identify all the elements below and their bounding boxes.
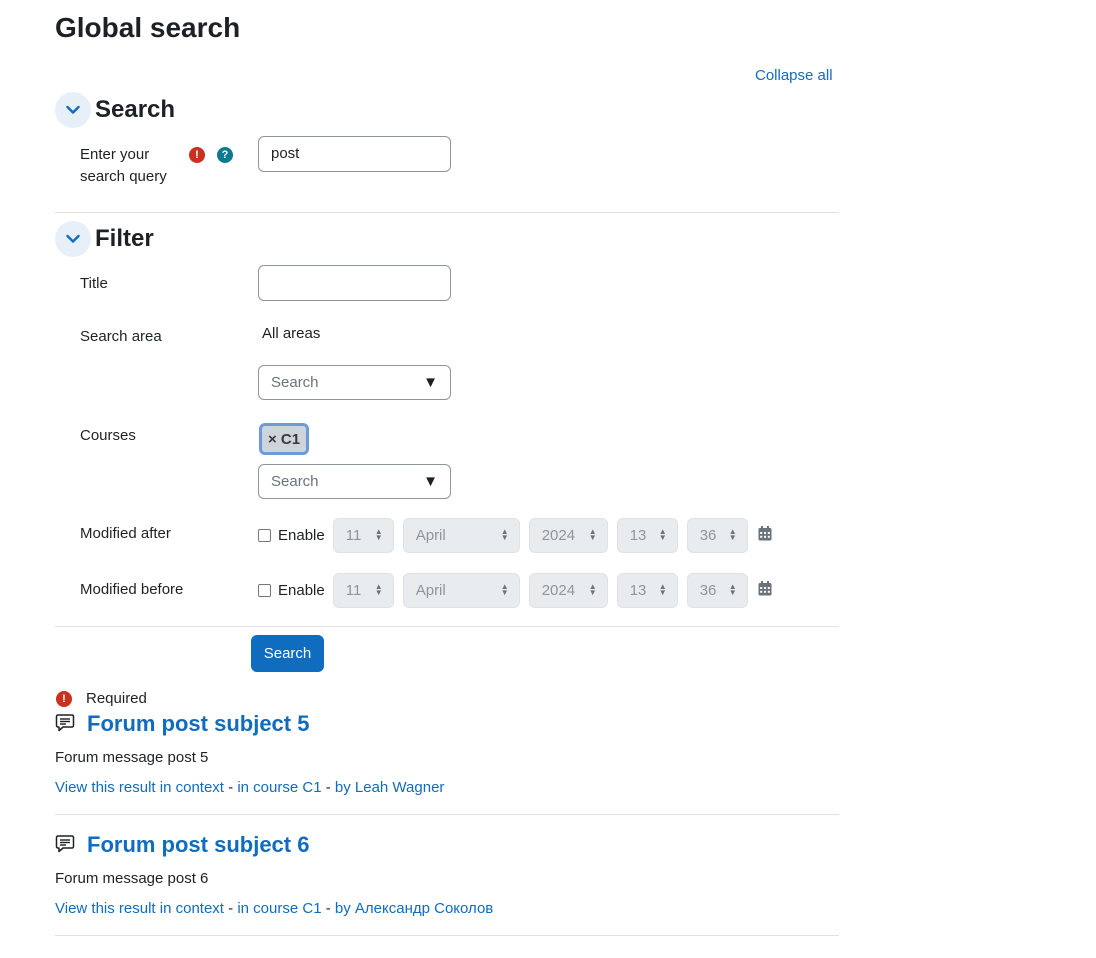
result-divider: [55, 935, 839, 936]
result-meta: View this result in context - in course …: [55, 900, 493, 917]
courses-placeholder: Search: [271, 473, 319, 490]
search-query-input[interactable]: post: [258, 136, 451, 172]
updown-icon: ▲ ▼: [374, 527, 383, 542]
chevron-down-icon[interactable]: [55, 92, 91, 128]
meta-separator: -: [223, 779, 238, 796]
section-divider: [55, 212, 839, 213]
result-title-link[interactable]: Forum post subject 6: [87, 832, 309, 858]
month-select[interactable]: April ▲ ▼: [402, 572, 520, 608]
updown-icon: ▲ ▼: [728, 582, 737, 597]
search-area-select[interactable]: Search ▼: [258, 365, 451, 400]
hour-value: 13: [629, 581, 647, 599]
search-section-header[interactable]: Search: [55, 92, 175, 128]
updown-icon: ▲ ▼: [374, 582, 383, 597]
filter-section-title: Filter: [95, 225, 154, 252]
modified-after-label: Modified after: [80, 525, 171, 542]
result-divider: [55, 814, 839, 815]
meta-separator: -: [321, 779, 335, 796]
modified-after-enable-checkbox[interactable]: [258, 528, 271, 542]
query-label-line1: Enter your: [80, 146, 150, 163]
calendar-icon[interactable]: [758, 525, 772, 545]
result-context-link[interactable]: View this result in context: [55, 900, 224, 917]
result-context-link[interactable]: View this result in context: [55, 779, 224, 796]
minute-select[interactable]: 36 ▲ ▼: [686, 517, 748, 553]
enable-label: Enable: [278, 526, 325, 544]
meta-separator: -: [223, 900, 238, 917]
result-title-link[interactable]: Forum post subject 5: [87, 711, 309, 737]
meta-separator: -: [321, 900, 335, 917]
chevron-down-icon[interactable]: [55, 221, 91, 257]
modified-before-label: Modified before: [80, 581, 184, 598]
updown-icon: ▲ ▼: [658, 527, 667, 542]
result-message: Forum message post 5: [55, 749, 209, 766]
search-area-placeholder: Search: [271, 374, 319, 391]
dropdown-arrow-icon: ▼: [423, 374, 438, 391]
result-message: Forum message post 6: [55, 870, 209, 887]
calendar-icon[interactable]: [758, 580, 772, 600]
year-value: 2024: [541, 581, 576, 599]
year-select[interactable]: 2024 ▲ ▼: [528, 517, 608, 553]
day-select[interactable]: 11 ▲ ▼: [332, 572, 394, 608]
required-icon: !: [189, 147, 205, 163]
hour-select[interactable]: 13 ▲ ▼: [616, 572, 678, 608]
result-title-row: Forum post subject 5: [55, 711, 309, 737]
updown-icon: ▲ ▼: [658, 582, 667, 597]
title-label: Title: [80, 275, 108, 292]
forum-icon: [55, 713, 75, 736]
result-author-link[interactable]: by Александр Соколов: [335, 900, 493, 917]
day-select[interactable]: 11 ▲ ▼: [332, 517, 394, 553]
year-select[interactable]: 2024 ▲ ▼: [528, 572, 608, 608]
required-icon: !: [56, 690, 72, 707]
page-title: Global search: [55, 12, 241, 43]
modified-after-row: Enable 11 ▲ ▼ April ▲ ▼ 2024 ▲ ▼ 13 ▲ ▼ 36 ▲…: [258, 517, 772, 553]
hour-select[interactable]: 13 ▲ ▼: [616, 517, 678, 553]
modified-before-enable-checkbox[interactable]: [258, 583, 271, 597]
search-submit-button[interactable]: Search: [251, 635, 324, 672]
result-course-link[interactable]: in course C1: [237, 900, 321, 917]
title-input[interactable]: [258, 265, 451, 301]
year-value: 2024: [541, 526, 576, 544]
month-value: April: [415, 581, 446, 599]
minute-value: 36: [699, 526, 717, 544]
updown-icon: ▲ ▼: [588, 582, 597, 597]
help-icon[interactable]: ?: [217, 147, 233, 163]
query-label: Enter your search query: [80, 144, 167, 188]
required-note-text: Required: [86, 690, 147, 707]
filter-section-header[interactable]: Filter: [55, 221, 154, 257]
search-area-label: Search area: [80, 328, 162, 345]
collapse-all-link[interactable]: Collapse all: [755, 67, 833, 84]
day-value: 11: [345, 526, 362, 544]
required-note: ! Required: [56, 690, 147, 707]
result-title-row: Forum post subject 6: [55, 832, 309, 858]
forum-icon: [55, 834, 75, 857]
result-meta: View this result in context - in course …: [55, 779, 444, 796]
query-label-line2: search query: [80, 168, 167, 185]
modified-before-row: Enable 11 ▲ ▼ April ▲ ▼ 2024 ▲ ▼ 13 ▲ ▼ 36 ▲…: [258, 572, 772, 608]
courses-label: Courses: [80, 427, 136, 444]
search-section-title: Search: [95, 96, 176, 123]
minute-value: 36: [699, 581, 717, 599]
updown-icon: ▲ ▼: [728, 527, 737, 542]
dropdown-arrow-icon: ▼: [423, 473, 438, 490]
minute-select[interactable]: 36 ▲ ▼: [686, 572, 748, 608]
enable-label: Enable: [278, 581, 325, 599]
day-value: 11: [345, 581, 362, 599]
courses-select[interactable]: Search ▼: [258, 464, 451, 499]
hour-value: 13: [629, 526, 647, 544]
month-select[interactable]: April ▲ ▼: [402, 517, 520, 553]
course-chip-c1[interactable]: × C1: [259, 423, 309, 455]
result-author-link[interactable]: by Leah Wagner: [335, 779, 445, 796]
updown-icon: ▲ ▼: [500, 582, 509, 597]
month-value: April: [415, 526, 446, 544]
search-area-selection: All areas: [262, 325, 321, 342]
updown-icon: ▲ ▼: [500, 527, 509, 542]
result-course-link[interactable]: in course C1: [237, 779, 321, 796]
updown-icon: ▲ ▼: [588, 527, 597, 542]
form-divider: [55, 626, 839, 627]
